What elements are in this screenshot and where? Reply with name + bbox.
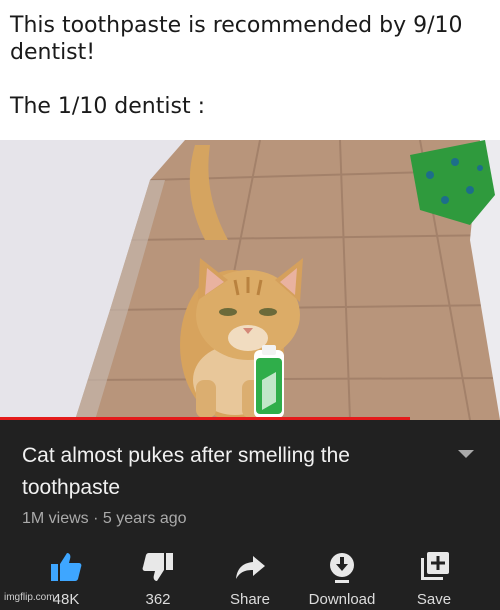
share-label: Share	[229, 591, 271, 608]
action-bar: 48K 362 Share Download Save	[0, 548, 500, 610]
video-title-line-2: toothpaste	[22, 476, 121, 499]
video-frame[interactable]	[0, 140, 500, 420]
caption-line-2: dentist!	[10, 40, 96, 65]
share-button[interactable]: Share	[205, 548, 295, 610]
dislike-button[interactable]: 362	[113, 548, 203, 610]
video-info-panel: Cat almost pukes after smelling the toot…	[0, 420, 500, 610]
dislike-count: 362	[145, 591, 171, 608]
expand-chevron-icon[interactable]	[458, 450, 474, 458]
dislike-icon	[142, 553, 173, 581]
share-icon	[236, 556, 265, 579]
video-title[interactable]: Cat almost pukes after smelling the toot…	[22, 440, 442, 504]
save-icon	[421, 552, 449, 580]
download-button[interactable]: Download	[297, 548, 387, 610]
caption-line-1: This toothpaste is recommended by 9/10	[10, 13, 463, 38]
download-icon	[330, 553, 354, 583]
like-icon	[51, 553, 82, 581]
caption-line-3: The 1/10 dentist :	[10, 94, 205, 119]
save-label: Save	[416, 591, 452, 608]
video-title-line-1: Cat almost pukes after smelling the	[22, 444, 350, 467]
video-meta: 1M views · 5 years ago	[22, 510, 187, 527]
imgflip-watermark: imgflip.com	[4, 592, 55, 603]
download-label: Download	[308, 591, 376, 608]
save-button[interactable]: Save	[389, 548, 479, 610]
meme-caption: This toothpaste is recommended by 9/10 d…	[10, 12, 490, 120]
cat-with-toothpaste-image	[0, 140, 500, 420]
